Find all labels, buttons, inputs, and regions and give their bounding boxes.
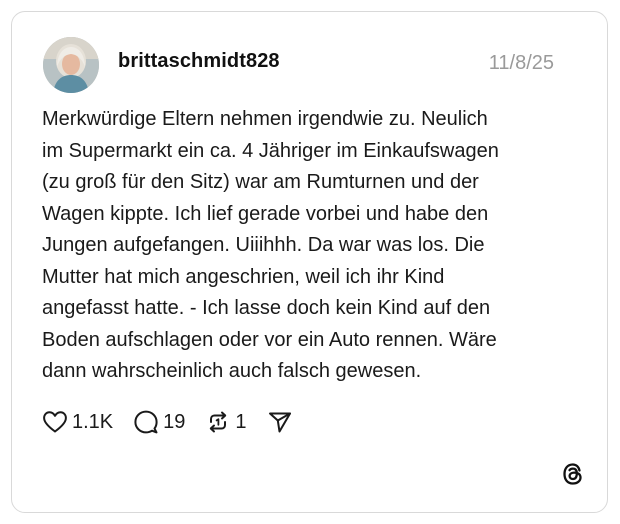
action-bar: 1.1K 19 1: [42, 408, 313, 436]
comment-bubble-icon: [133, 409, 159, 435]
like-count: 1.1K: [72, 410, 114, 433]
username[interactable]: brittaschmidt828: [118, 50, 280, 73]
like-button[interactable]: 1.1K: [42, 410, 113, 434]
send-icon: [267, 409, 293, 435]
avatar[interactable]: [43, 37, 99, 93]
share-button[interactable]: [267, 409, 293, 435]
post-card: brittaschmidt828 11/8/25 Merkwürdige Elt…: [11, 11, 608, 513]
reply-button[interactable]: 19: [133, 409, 185, 435]
repost-count: 1: [235, 410, 247, 433]
repost-icon: [205, 409, 231, 435]
repost-button[interactable]: 1: [205, 409, 247, 435]
heart-icon: [42, 410, 68, 434]
post-date: 11/8/25: [488, 52, 554, 74]
reply-count: 19: [163, 410, 186, 433]
post-text: Merkwürdige Eltern nehmen irgendwie zu. …: [42, 108, 499, 382]
threads-logo-icon[interactable]: [560, 461, 586, 487]
